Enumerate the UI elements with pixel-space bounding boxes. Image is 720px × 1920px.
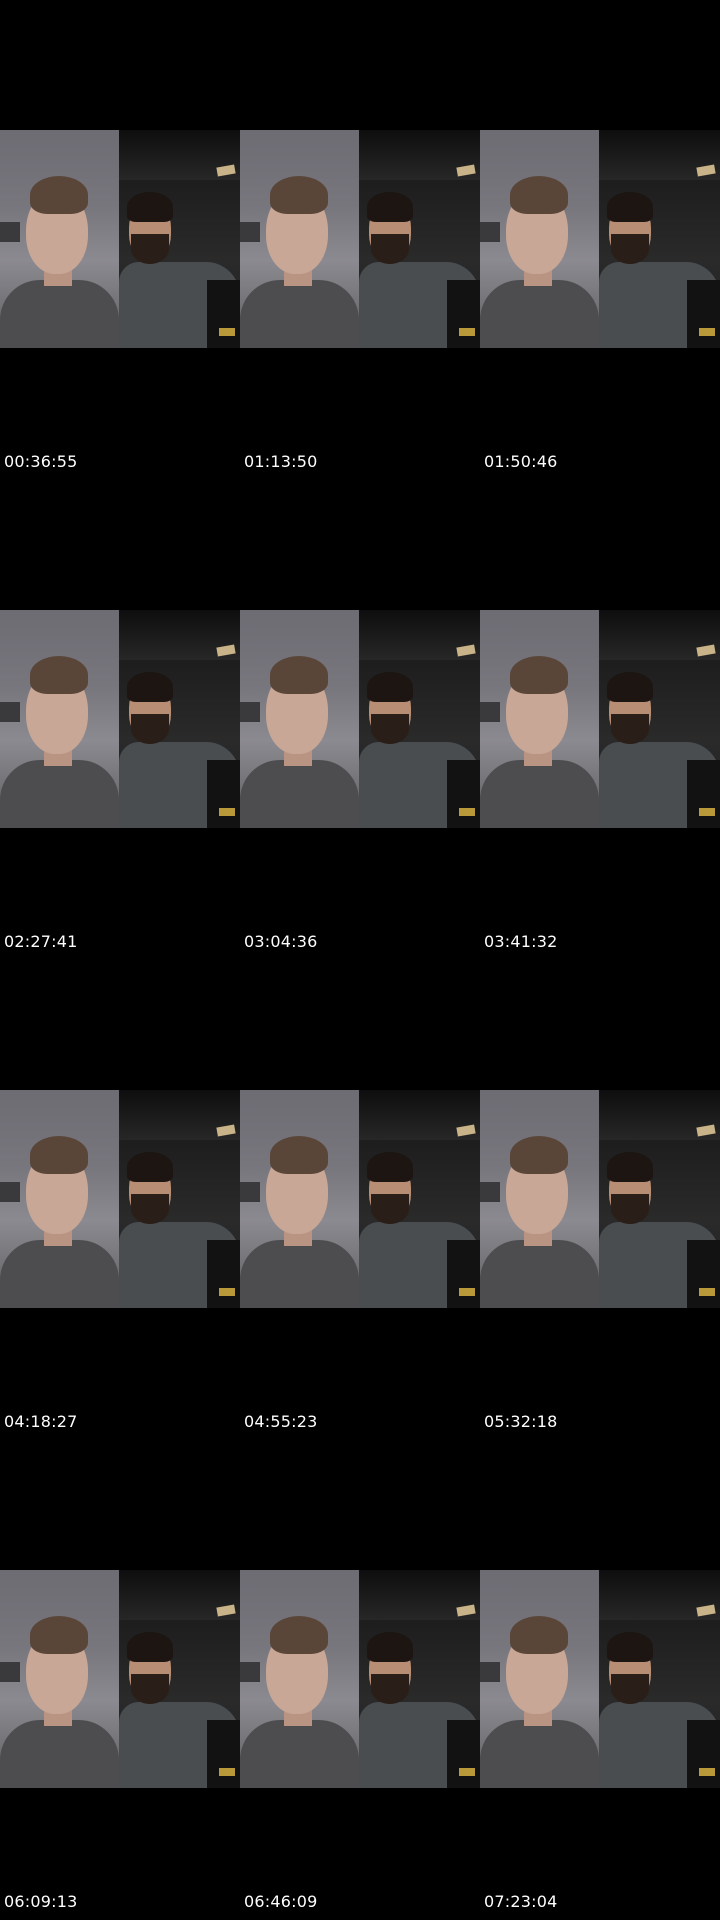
frame-cell[interactable]: 03:41:32	[480, 480, 720, 960]
caller-right-video	[119, 130, 240, 348]
caller-left-video	[240, 1090, 359, 1308]
frame-cell[interactable]: 07:23:04	[480, 1440, 720, 1920]
frame-timestamp: 03:04:36	[244, 932, 318, 951]
caller-left-video	[480, 1090, 599, 1308]
caller-left-video	[240, 130, 359, 348]
frame-timestamp: 05:32:18	[484, 1412, 558, 1431]
caller-right-video	[359, 130, 480, 348]
caller-left-video	[480, 610, 599, 828]
caller-right-video	[359, 1570, 480, 1788]
frame-thumbnail[interactable]	[240, 610, 480, 828]
frame-thumbnail[interactable]	[480, 130, 720, 348]
frame-thumbnail[interactable]	[240, 1570, 480, 1788]
frame-timestamp: 01:50:46	[484, 452, 558, 471]
frame-timestamp: 04:18:27	[4, 1412, 78, 1431]
caller-right-video	[119, 610, 240, 828]
frame-thumbnail[interactable]	[240, 1090, 480, 1308]
frame-cell[interactable]: 01:50:46	[480, 0, 720, 480]
caller-right-video	[599, 130, 720, 348]
caller-right-video	[119, 1570, 240, 1788]
caller-left-video	[0, 610, 119, 828]
caller-right-video	[599, 1090, 720, 1308]
frame-thumbnail[interactable]	[480, 1090, 720, 1308]
caller-right-video	[359, 610, 480, 828]
frame-timestamp: 04:55:23	[244, 1412, 318, 1431]
frame-timestamp: 06:09:13	[4, 1892, 78, 1911]
frame-cell[interactable]: 06:46:09	[240, 1440, 480, 1920]
caller-right-video	[599, 1570, 720, 1788]
frame-cell[interactable]: 01:13:50	[240, 0, 480, 480]
frame-thumbnail[interactable]	[0, 610, 240, 828]
frame-thumbnail[interactable]	[0, 1570, 240, 1788]
frame-cell[interactable]: 02:27:41	[0, 480, 240, 960]
frame-thumbnail[interactable]	[480, 610, 720, 828]
frame-timestamp: 02:27:41	[4, 932, 78, 951]
frame-thumbnail[interactable]	[480, 1570, 720, 1788]
caller-left-video	[240, 610, 359, 828]
frame-thumbnail[interactable]	[0, 1090, 240, 1308]
frame-timestamp: 06:46:09	[244, 1892, 318, 1911]
caller-right-video	[119, 1090, 240, 1308]
caller-left-video	[240, 1570, 359, 1788]
frame-thumbnail[interactable]	[0, 130, 240, 348]
frame-cell[interactable]: 03:04:36	[240, 480, 480, 960]
frame-timestamp: 01:13:50	[244, 452, 318, 471]
frame-cell[interactable]: 05:32:18	[480, 960, 720, 1440]
caller-right-video	[599, 610, 720, 828]
caller-left-video	[0, 1090, 119, 1308]
caller-right-video	[359, 1090, 480, 1308]
frame-timestamp: 00:36:55	[4, 452, 78, 471]
frame-cell[interactable]: 00:36:55	[0, 0, 240, 480]
caller-left-video	[0, 1570, 119, 1788]
frame-cell[interactable]: 04:18:27	[0, 960, 240, 1440]
frame-thumbnail[interactable]	[240, 130, 480, 348]
caller-left-video	[480, 130, 599, 348]
frame-timestamp: 07:23:04	[484, 1892, 558, 1911]
video-contact-sheet: 00:36:55 01:13:50 01:50:46 02:27:41 03:0…	[0, 0, 720, 1920]
frame-cell[interactable]: 06:09:13	[0, 1440, 240, 1920]
frame-timestamp: 03:41:32	[484, 932, 558, 951]
caller-left-video	[480, 1570, 599, 1788]
frame-cell[interactable]: 04:55:23	[240, 960, 480, 1440]
caller-left-video	[0, 130, 119, 348]
